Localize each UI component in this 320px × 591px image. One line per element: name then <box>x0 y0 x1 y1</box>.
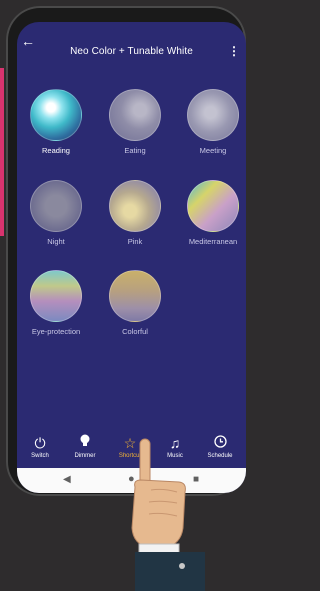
scene-thumbnail <box>109 180 161 232</box>
scene-pink[interactable]: Pink <box>99 180 171 246</box>
bulb-icon <box>62 434 108 452</box>
scene-thumbnail <box>30 180 82 232</box>
app-header: ← Neo Color + Tunable White ⋮ <box>17 22 246 62</box>
scene-label: Colorful <box>122 327 148 336</box>
scene-thumbnail <box>30 89 82 141</box>
scene-thumbnail <box>109 270 161 322</box>
scene-thumbnail <box>30 270 82 322</box>
scene-label: Eye-protection <box>31 327 81 336</box>
scene-night[interactable]: Night <box>20 180 92 246</box>
scene-mediterranean[interactable]: Mediterranean <box>177 180 246 246</box>
scene-label: Mediterranean <box>188 237 238 246</box>
more-vert-icon[interactable]: ⋮ <box>228 44 240 58</box>
scene-thumbnail <box>109 89 161 141</box>
app-screen: ← Neo Color + Tunable White ⋮ Reading Ea… <box>17 22 246 493</box>
tab-label: Switch <box>31 453 49 459</box>
scene-reading[interactable]: Reading <box>20 89 92 155</box>
scene-label: Meeting <box>199 146 227 155</box>
phone-frame: ← Neo Color + Tunable White ⋮ Reading Ea… <box>6 6 246 496</box>
scene-eye-protection[interactable]: Eye-protection <box>20 270 92 336</box>
scene-meeting[interactable]: Meeting <box>177 89 246 155</box>
page-title: Neo Color + Tunable White <box>70 46 193 57</box>
pointing-hand-illustration <box>131 438 205 591</box>
scene-thumbnail <box>187 180 239 232</box>
scene-colorful[interactable]: Colorful <box>99 270 171 336</box>
scene-thumbnail <box>187 89 239 141</box>
scene-label: Pink <box>127 237 143 246</box>
scene-label: Night <box>47 237 65 246</box>
pink-accent-strip <box>0 68 4 236</box>
tab-switch[interactable]: ⏻ Switch <box>17 434 63 459</box>
tab-dimmer[interactable]: Dimmer <box>62 434 108 459</box>
power-icon: ⏻ <box>34 435 46 451</box>
back-triangle-icon[interactable]: ◀ <box>63 474 71 485</box>
scene-label: Reading <box>42 146 70 155</box>
scene-label: Eating <box>124 146 146 155</box>
scene-eating[interactable]: Eating <box>99 89 171 155</box>
tab-label: Dimmer <box>74 453 96 459</box>
